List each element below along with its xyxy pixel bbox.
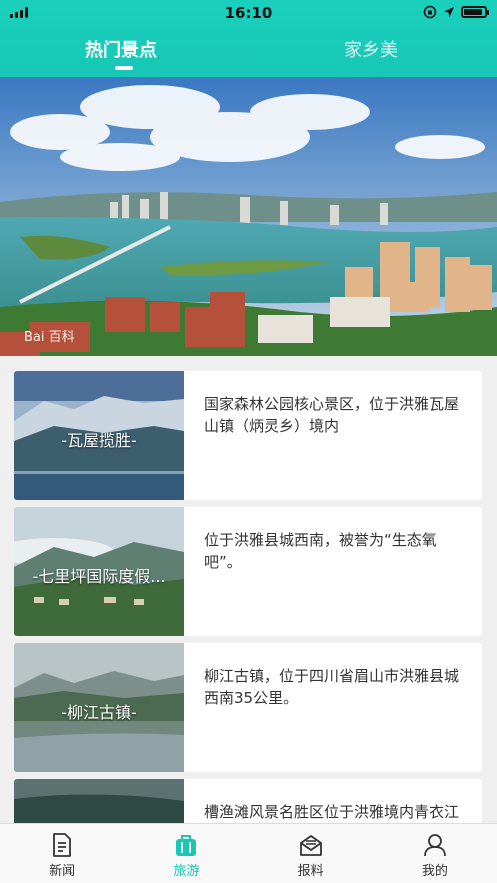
user-icon [423, 834, 446, 857]
status-bar: 16:10 [0, 0, 497, 26]
active-tab-indicator [115, 66, 133, 70]
nav-label: 新闻 [49, 864, 76, 879]
nav-label: 报料 [297, 864, 324, 879]
spot-description: 国家森林公园核心景区，位于洪雅瓦屋山镇（炳灵乡）境内 [204, 395, 460, 435]
list-item-spot-2[interactable]: -七里坪国际度假... 位于洪雅县城西南，被誉为“生态氧吧”。 [14, 507, 482, 636]
tab-hot-spots[interactable]: 热门景点 [85, 36, 157, 62]
bottom-nav: 新闻 旅游 报料 我的 [0, 823, 497, 883]
list-item-spot-1[interactable]: -瓦屋揽胜- 国家森林公园核心景区，位于洪雅瓦屋山镇（炳灵乡）境内 [14, 371, 482, 500]
nav-label: 我的 [421, 864, 448, 879]
battery-icon [461, 6, 489, 18]
spot-description: 柳江古镇，位于四川省眉山市洪雅县城西南35公里。 [204, 667, 460, 707]
orientation-lock-icon [423, 5, 437, 19]
nav-news[interactable]: 新闻 [0, 824, 124, 883]
hero-banner[interactable]: Bai 百科 [0, 77, 497, 356]
nav-report[interactable]: 报料 [249, 824, 373, 883]
header: 16:10 热门景点 家乡美 [0, 0, 497, 77]
tab-hometown[interactable]: 家乡美 [344, 36, 398, 62]
top-tabs: 热门景点 家乡美 [0, 28, 497, 77]
spot-description: 位于洪雅县城西南，被誉为“生态氧吧”。 [204, 531, 437, 571]
spot-thumbnail [14, 779, 184, 823]
spot-thumbnail: -柳江古镇- [14, 643, 184, 772]
spot-thumbnail: -瓦屋揽胜- [14, 371, 184, 500]
mail-icon [299, 835, 322, 856]
nav-mine[interactable]: 我的 [373, 824, 497, 883]
suitcase-icon [176, 835, 197, 856]
list-item-spot-3[interactable]: -柳江古镇- 柳江古镇，位于四川省眉山市洪雅县城西南35公里。 [14, 643, 482, 772]
spot-list: -瓦屋揽胜- 国家森林公园核心景区，位于洪雅瓦屋山镇（炳灵乡）境内 -七里坪国际… [0, 368, 497, 823]
location-icon [444, 7, 454, 17]
app-screen: 16:10 热门景点 家乡美 Bai 百科 -瓦屋揽胜- 国家森林公园核心景区，… [0, 0, 497, 883]
banner-watermark: Bai 百科 [24, 330, 75, 345]
spot-thumbnail: -七里坪国际度假... [14, 507, 184, 636]
spot-title: -柳江古镇- [61, 703, 137, 722]
spot-description: 槽渔滩风景名胜区位于洪雅境内青衣江上游 [204, 803, 460, 821]
nav-label: 旅游 [173, 864, 200, 879]
spot-title: -瓦屋揽胜- [61, 431, 137, 450]
spot-title: -七里坪国际度假... [32, 567, 166, 586]
news-icon [53, 833, 72, 857]
nav-travel[interactable]: 旅游 [124, 824, 248, 883]
list-item-spot-4[interactable]: 槽渔滩风景名胜区位于洪雅境内青衣江上游 [14, 779, 482, 823]
